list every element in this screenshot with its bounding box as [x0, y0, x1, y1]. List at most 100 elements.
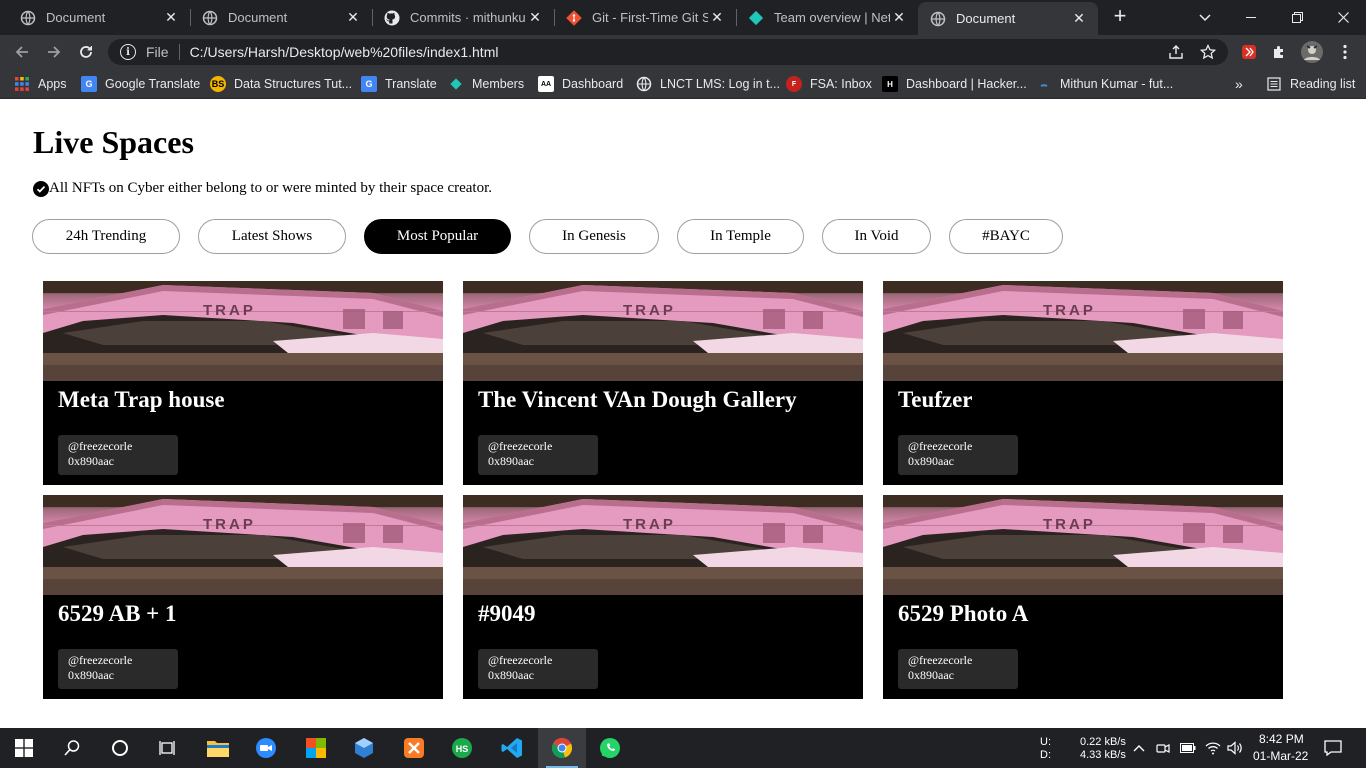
space-card[interactable]: TRAP The Vincent VAn Dough Gallery @free…: [463, 281, 863, 485]
close-tab-icon[interactable]: ✕: [526, 9, 544, 26]
bookmark-apps[interactable]: Apps: [14, 75, 67, 93]
reload-button[interactable]: [74, 40, 98, 64]
minimize-button[interactable]: [1228, 0, 1274, 35]
restore-button[interactable]: [1274, 0, 1320, 35]
creator-handle: @freezecorle: [908, 653, 973, 667]
office-icon[interactable]: [292, 728, 340, 768]
space-thumbnail: TRAP: [43, 281, 443, 381]
virtualbox-icon[interactable]: [340, 728, 388, 768]
bookmark-google-translate[interactable]: G Google Translate: [81, 75, 200, 93]
space-card[interactable]: TRAP 6529 AB + 1 @freezecorle 0x890aac: [43, 495, 443, 699]
space-card-grid: TRAP Meta Trap house @freezecorle 0x890a…: [43, 281, 1283, 699]
svg-text:TRAP: TRAP: [1043, 516, 1096, 533]
space-card[interactable]: TRAP #9049 @freezecorle 0x890aac: [463, 495, 863, 699]
space-card[interactable]: TRAP 6529 Photo A @freezecorle 0x890aac: [883, 495, 1283, 699]
cortana-icon[interactable]: [96, 728, 144, 768]
filter-in-genesis[interactable]: In Genesis: [529, 219, 659, 254]
close-tab-icon[interactable]: ✕: [708, 9, 726, 26]
wifi-icon[interactable]: [1205, 740, 1221, 756]
zoom-icon[interactable]: [242, 728, 290, 768]
clock-time[interactable]: 8:42 PM: [1259, 732, 1304, 746]
task-view-icon[interactable]: [144, 728, 192, 768]
creator-address: 0x890aac: [488, 454, 534, 468]
meet-now-icon[interactable]: [1155, 740, 1171, 756]
share-icon[interactable]: [1167, 43, 1185, 61]
bookmark-star-icon[interactable]: [1199, 43, 1217, 61]
extension-icon[interactable]: [1240, 43, 1258, 61]
close-tab-icon[interactable]: ✕: [162, 9, 180, 26]
xampp-icon[interactable]: [390, 728, 438, 768]
space-card-title[interactable]: The Vincent VAn Dough Gallery: [478, 387, 797, 413]
space-card-title[interactable]: Meta Trap house: [58, 387, 225, 413]
close-tab-icon[interactable]: ✕: [1070, 10, 1088, 27]
space-thumbnail: TRAP: [463, 495, 863, 595]
filter-24h-trending[interactable]: 24h Trending: [32, 219, 180, 254]
filter-in-void[interactable]: In Void: [822, 219, 931, 254]
filter-bayc[interactable]: #BAYC: [949, 219, 1063, 254]
bookmark-hackerrank[interactable]: H Dashboard | Hacker...: [882, 75, 1027, 93]
more-bookmarks-button[interactable]: »: [1235, 75, 1243, 93]
browser-tab[interactable]: Team overview | Netlif ✕: [736, 0, 918, 35]
browser-tab[interactable]: Document ✕: [8, 0, 190, 35]
close-window-button[interactable]: [1320, 0, 1366, 35]
bookmark-data-structures[interactable]: BS Data Structures Tut...: [210, 75, 352, 93]
creator-badge[interactable]: @freezecorle 0x890aac: [58, 435, 178, 475]
browser-tab[interactable]: Git - First-Time Git Set ✕: [554, 0, 736, 35]
tab-search-button[interactable]: [1182, 0, 1228, 35]
file-explorer-icon[interactable]: [194, 728, 242, 768]
filter-most-popular[interactable]: Most Popular: [364, 219, 511, 254]
close-tab-icon[interactable]: ✕: [890, 9, 908, 26]
creator-badge[interactable]: @freezecorle 0x890aac: [58, 649, 178, 689]
creator-badge[interactable]: @freezecorle 0x890aac: [898, 435, 1018, 475]
profile-avatar[interactable]: [1300, 40, 1324, 64]
browser-menu-icon[interactable]: [1336, 43, 1354, 61]
notifications-icon[interactable]: [1324, 739, 1342, 757]
space-card-title[interactable]: 6529 Photo A: [898, 601, 1028, 627]
network-up-label: U:: [1040, 736, 1051, 748]
reading-list-button[interactable]: Reading list: [1266, 75, 1355, 93]
bookmark-mithun-kumar[interactable]: Mithun Kumar - fut...: [1036, 75, 1173, 93]
back-button[interactable]: [10, 40, 34, 64]
whatsapp-icon[interactable]: [586, 728, 634, 768]
forward-button[interactable]: [42, 40, 66, 64]
space-card-title[interactable]: 6529 AB + 1: [58, 601, 177, 627]
space-card-title[interactable]: Teufzer: [898, 387, 973, 413]
space-thumbnail: TRAP: [463, 281, 863, 381]
search-icon[interactable]: [48, 728, 96, 768]
volume-icon[interactable]: [1227, 740, 1243, 756]
chrome-icon[interactable]: [538, 728, 586, 768]
browser-tab-active[interactable]: Document ✕: [918, 2, 1098, 35]
address-bar[interactable]: i File C:/Users/Harsh/Desktop/web%20file…: [108, 39, 1228, 65]
browser-tab[interactable]: Commits · mithunkum ✕: [372, 0, 554, 35]
bookmark-translate[interactable]: G Translate: [361, 75, 437, 93]
browser-tab[interactable]: Document ✕: [190, 0, 372, 35]
clock-date[interactable]: 01-Mar-22: [1253, 749, 1308, 763]
space-card[interactable]: TRAP Teufzer @freezecorle 0x890aac: [883, 281, 1283, 485]
extensions-puzzle-icon[interactable]: [1270, 43, 1288, 61]
filter-latest-shows[interactable]: Latest Shows: [198, 219, 346, 254]
creator-badge[interactable]: @freezecorle 0x890aac: [478, 649, 598, 689]
close-tab-icon[interactable]: ✕: [344, 9, 362, 26]
creator-badge[interactable]: @freezecorle 0x890aac: [898, 649, 1018, 689]
space-thumbnail: TRAP: [43, 495, 443, 595]
bookmark-label: Translate: [385, 77, 437, 91]
battery-icon[interactable]: [1180, 740, 1196, 756]
bookmark-fsa-inbox[interactable]: F FSA: Inbox: [786, 75, 872, 93]
creator-badge[interactable]: @freezecorle 0x890aac: [478, 435, 598, 475]
filter-in-temple[interactable]: In Temple: [677, 219, 804, 254]
url-text[interactable]: C:/Users/Harsh/Desktop/web%20files/index…: [190, 44, 499, 60]
bookmark-label: Dashboard: [562, 77, 624, 91]
space-card[interactable]: TRAP Meta Trap house @freezecorle 0x890a…: [43, 281, 443, 485]
space-card-title[interactable]: #9049: [478, 601, 536, 627]
start-button[interactable]: [0, 728, 48, 768]
creator-address: 0x890aac: [68, 454, 114, 468]
show-hidden-icons-icon[interactable]: [1131, 740, 1147, 756]
new-tab-button[interactable]: +: [1108, 5, 1132, 29]
bookmark-lnct-lms[interactable]: LNCT LMS: Log in t...: [636, 75, 780, 93]
bookmark-label: LNCT LMS: Log in t...: [660, 77, 780, 91]
bookmark-members[interactable]: Members: [448, 75, 524, 93]
vscode-icon[interactable]: [488, 728, 536, 768]
site-info-icon[interactable]: i: [120, 44, 136, 60]
bookmark-dashboard[interactable]: AA Dashboard: [538, 75, 623, 93]
hackerrank-app-icon[interactable]: HS: [438, 728, 486, 768]
